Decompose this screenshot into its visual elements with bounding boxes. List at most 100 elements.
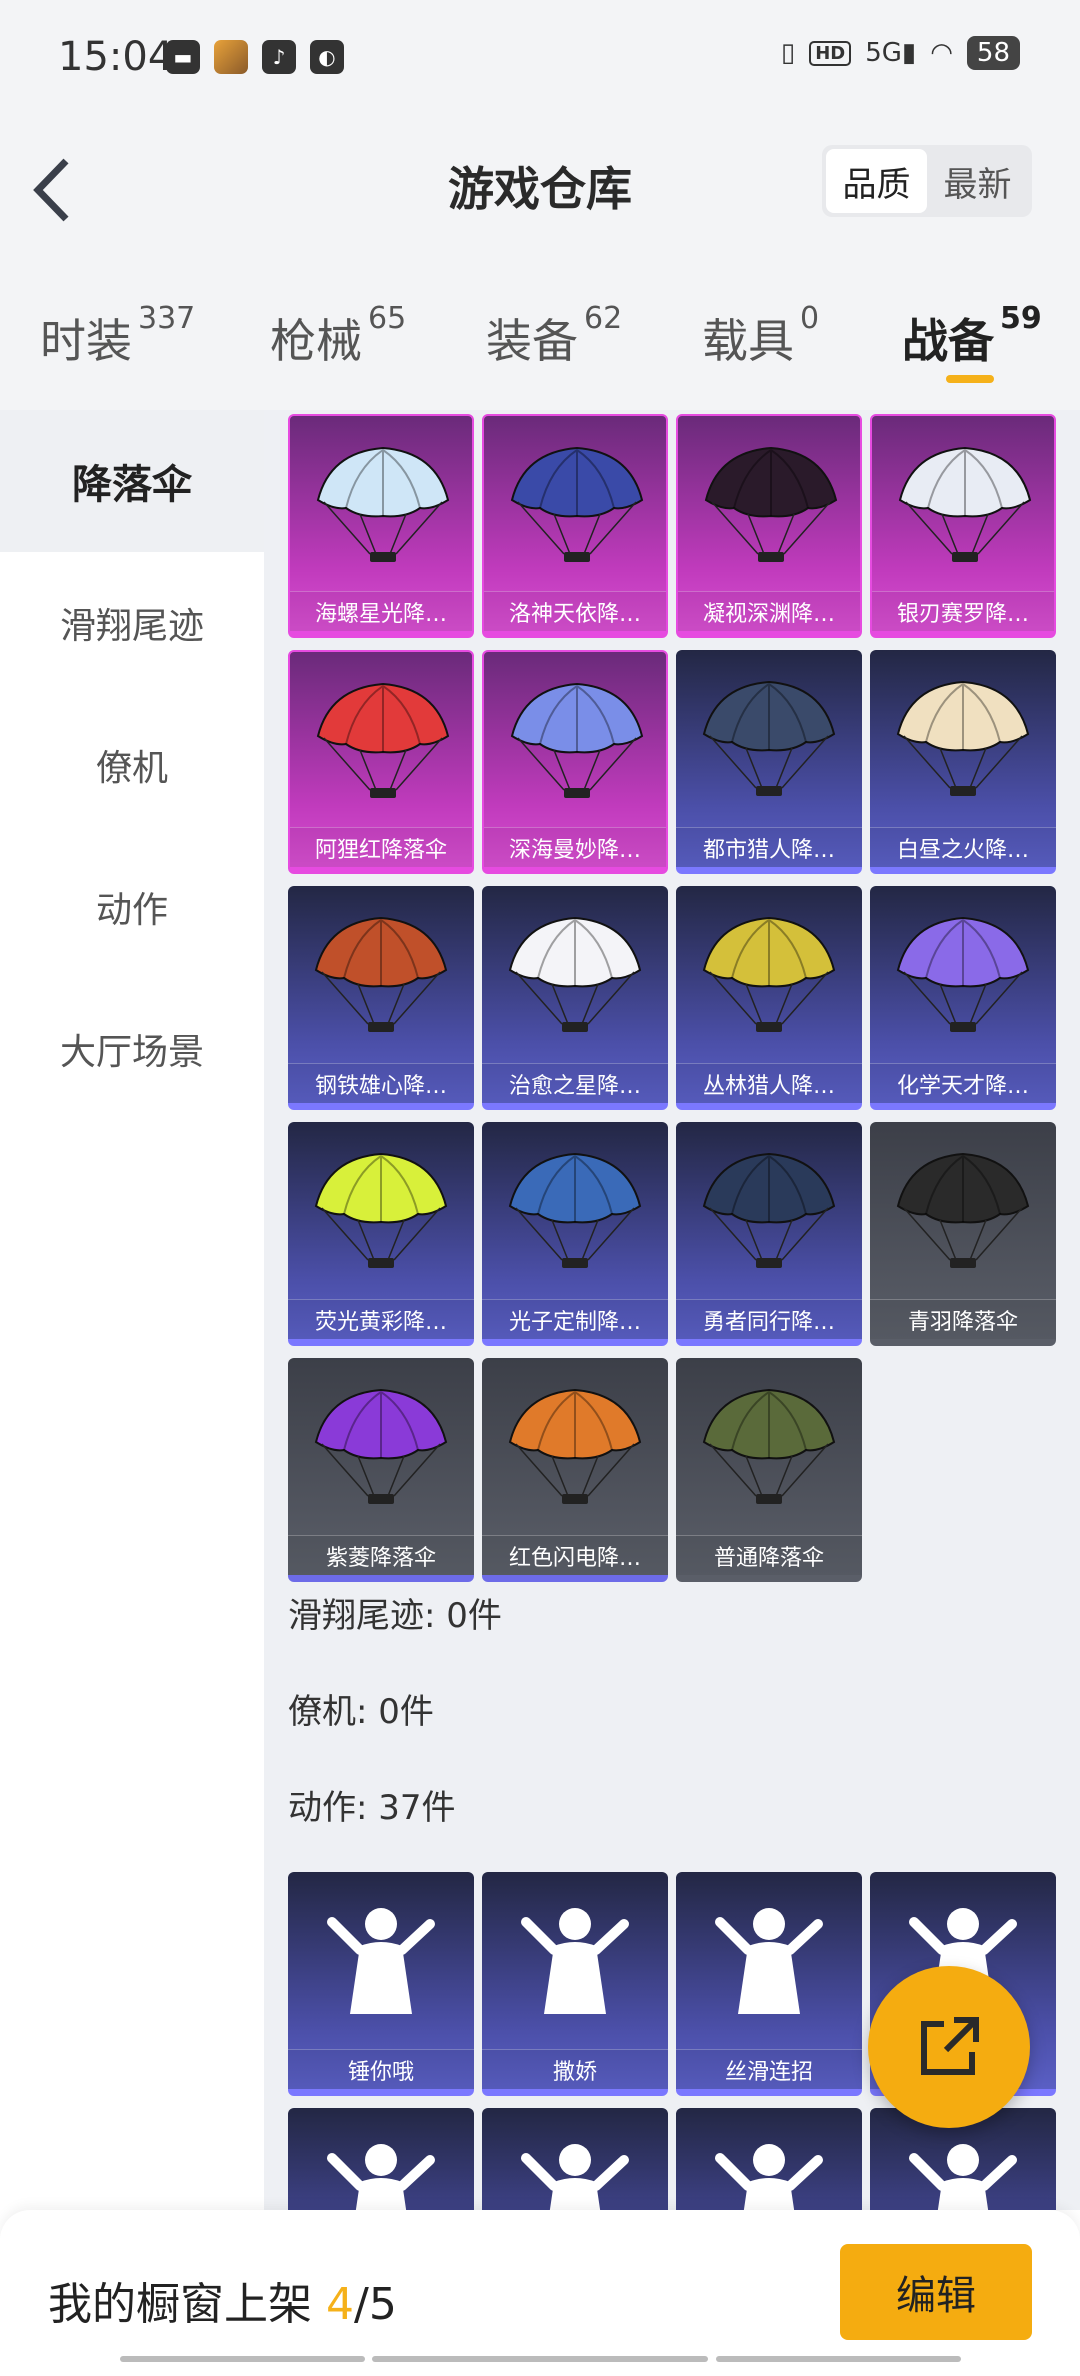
parachute-icon (510, 682, 644, 798)
parachute-name: 洛神天依降… (484, 591, 666, 631)
parachute-card[interactable]: 治愈之星降… (482, 886, 668, 1110)
parachute-name: 普通降落伞 (676, 1535, 862, 1575)
parachute-name: 青羽降落伞 (870, 1299, 1056, 1339)
sort-latest-button[interactable]: 最新 (927, 149, 1028, 213)
dancer-silhouette-icon (521, 2144, 629, 2210)
category-tabs: 时装 337 枪械 65 装备 62 载具 0 战备 59 (0, 265, 1080, 410)
sidebar-item-wingman[interactable]: 僚机 (0, 694, 264, 836)
parachute-icon (314, 1388, 448, 1504)
parachute-icon (316, 446, 450, 562)
parachute-card[interactable]: 银刃赛罗降… (870, 414, 1056, 638)
parachute-name: 阿狸红降落伞 (290, 827, 472, 867)
dancer-silhouette-icon (715, 2144, 823, 2210)
parachute-name: 勇者同行降… (676, 1299, 862, 1339)
parachute-icon (704, 446, 838, 562)
sidebar-item-emote[interactable]: 动作 (0, 836, 264, 978)
parachute-icon (702, 916, 836, 1032)
parachute-name: 白昼之火降… (870, 827, 1056, 867)
parachute-icon (702, 1152, 836, 1268)
dancer-silhouette-icon (327, 2144, 435, 2210)
emote-card[interactable] (288, 2108, 474, 2210)
parachute-card[interactable]: 白昼之火降… (870, 650, 1056, 874)
parachute-icon (702, 680, 836, 796)
parachute-card[interactable]: 青羽降落伞 (870, 1122, 1056, 1346)
dancer-silhouette-icon (715, 1908, 823, 2014)
showcase-status: 我的橱窗上架 4/5 (48, 2268, 397, 2332)
home-indicator (372, 2356, 708, 2362)
status-bar: 15:04 ▬ ♪ ◐ ▯ HD 5G▮ ◠ 58 (0, 0, 1080, 115)
parachute-card[interactable]: 钢铁雄心降… (288, 886, 474, 1110)
parachute-name: 丛林猎人降… (676, 1063, 862, 1103)
parachute-name: 荧光黄彩降… (288, 1299, 474, 1339)
parachute-card[interactable]: 勇者同行降… (676, 1122, 862, 1346)
parachute-card[interactable]: 凝视深渊降… (676, 414, 862, 638)
dancer-silhouette-icon (327, 1908, 435, 2014)
parachute-name: 深海曼妙降… (484, 827, 666, 867)
parachute-card[interactable]: 光子定制降… (482, 1122, 668, 1346)
parachute-name: 化学天才降… (870, 1063, 1056, 1103)
tab-count: 337 (138, 301, 196, 336)
active-tab-indicator (946, 375, 994, 383)
parachute-name: 钢铁雄心降… (288, 1063, 474, 1103)
parachute-card[interactable]: 丛林猎人降… (676, 886, 862, 1110)
parachute-name: 银刃赛罗降… (872, 591, 1054, 631)
status-time: 15:04 (58, 34, 174, 80)
share-button[interactable] (868, 1966, 1030, 2128)
emote-count: 动作: 37件 (288, 1788, 456, 1828)
tab-fashion[interactable]: 时装 337 (40, 301, 195, 371)
hd-icon: HD (809, 40, 852, 66)
parachute-card[interactable]: 都市猎人降… (676, 650, 862, 874)
home-indicator (716, 2356, 961, 2362)
parachute-icon (896, 680, 1030, 796)
parachute-card[interactable]: 紫菱降落伞 (288, 1358, 474, 1582)
battery-icon: 58 (966, 36, 1020, 70)
parachute-icon (508, 1388, 642, 1504)
parachute-card[interactable]: 化学天才降… (870, 886, 1056, 1110)
parachute-icon (896, 1152, 1030, 1268)
parachute-name: 凝视深渊降… (678, 591, 860, 631)
emote-card[interactable]: 锤你哦 (288, 1872, 474, 2096)
tab-count: 59 (1000, 301, 1042, 336)
message-icon: ▬ (166, 40, 200, 74)
signal-icon: 5G▮ (865, 38, 917, 68)
dancer-silhouette-icon (521, 1908, 629, 2014)
emote-card[interactable]: 撒娇 (482, 1872, 668, 2096)
showcase-total: /5 (354, 2279, 397, 2330)
emote-card[interactable] (676, 2108, 862, 2210)
emote-card[interactable]: 丝滑连招 (676, 1872, 862, 2096)
parachute-name: 光子定制降… (482, 1299, 668, 1339)
parachute-card[interactable]: 普通降落伞 (676, 1358, 862, 1582)
parachute-icon (314, 1152, 448, 1268)
parachute-card[interactable]: 红色闪电降… (482, 1358, 668, 1582)
tab-battle-gear[interactable]: 战备 59 (902, 301, 1042, 371)
parachute-name: 红色闪电降… (482, 1535, 668, 1575)
tab-vehicles[interactable]: 载具 0 (702, 301, 819, 371)
parachute-name: 治愈之星降… (482, 1063, 668, 1103)
tab-weapons[interactable]: 枪械 65 (270, 301, 406, 371)
tab-label: 战备 (902, 314, 994, 368)
parachute-card[interactable]: 海螺星光降… (288, 414, 474, 638)
sort-quality-button[interactable]: 品质 (826, 149, 927, 213)
edit-button[interactable]: 编辑 (840, 2244, 1032, 2340)
emote-card[interactable] (482, 2108, 668, 2210)
parachute-icon (896, 916, 1030, 1032)
sidebar-item-lobby-scene[interactable]: 大厅场景 (0, 978, 264, 1120)
tab-label: 时装 (40, 314, 132, 368)
parachute-card[interactable]: 阿狸红降落伞 (288, 650, 474, 874)
showcase-label: 我的橱窗上架 (48, 2279, 326, 2330)
sidebar-item-glide-trail[interactable]: 滑翔尾迹 (0, 552, 264, 694)
glide-trail-count: 滑翔尾迹: 0件 (288, 1596, 502, 1636)
parachute-card[interactable]: 荧光黄彩降… (288, 1122, 474, 1346)
showcase-bar: 我的橱窗上架 4/5 编辑 (0, 2210, 1080, 2376)
sidebar-item-parachute[interactable]: 降落伞 (0, 410, 264, 552)
tab-label: 载具 (702, 314, 794, 368)
dancer-silhouette-icon (909, 2144, 1017, 2210)
parachute-card[interactable]: 深海曼妙降… (482, 650, 668, 874)
share-icon (921, 2017, 979, 2075)
wingman-count: 僚机: 0件 (288, 1692, 434, 1732)
tab-equipment[interactable]: 装备 62 (486, 301, 622, 371)
showcase-current: 4 (326, 2279, 354, 2330)
parachute-grid: 海螺星光降… 洛神天依降… 凝视深渊降… 银刃赛罗降… 阿狸红降落伞 深海曼妙降… 都市猎人… (288, 414, 1056, 1582)
parachute-card[interactable]: 洛神天依降… (482, 414, 668, 638)
notification-icons: ▬ ♪ ◐ (166, 40, 344, 74)
